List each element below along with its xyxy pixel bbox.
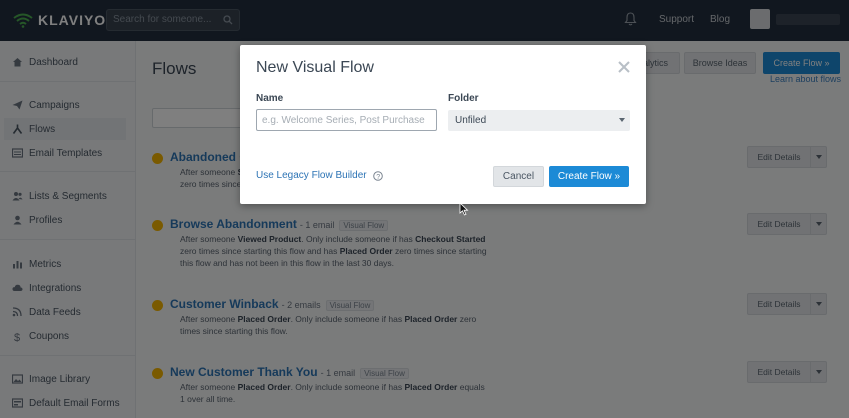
dialog-title: New Visual Flow: [256, 59, 374, 76]
legacy-link-label: Use Legacy Flow Builder: [256, 170, 367, 181]
folder-select[interactable]: Unfiled: [448, 110, 630, 131]
help-icon[interactable]: ?: [372, 170, 383, 181]
svg-text:?: ?: [376, 173, 380, 180]
create-flow-submit-button[interactable]: Create Flow »: [549, 166, 629, 187]
mouse-cursor-icon: [459, 202, 469, 216]
flow-name-input[interactable]: [256, 109, 437, 131]
name-label: Name: [256, 93, 284, 104]
new-visual-flow-dialog: New Visual Flow Name Folder Unfiled Use …: [240, 45, 646, 204]
legacy-flow-builder-link[interactable]: Use Legacy Flow Builder ?: [256, 170, 383, 181]
close-icon[interactable]: [617, 60, 631, 74]
cancel-button[interactable]: Cancel: [493, 166, 544, 187]
chevron-down-icon: [619, 118, 625, 122]
folder-label: Folder: [448, 93, 479, 104]
folder-select-value: Unfiled: [455, 115, 487, 126]
